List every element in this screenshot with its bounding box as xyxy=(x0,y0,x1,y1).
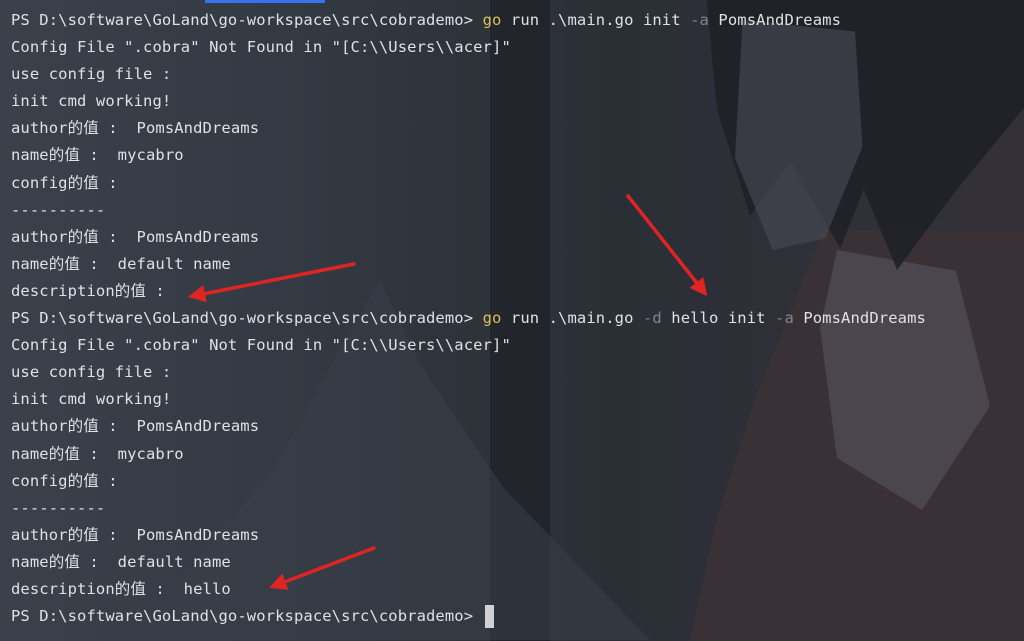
output-line: ---------- xyxy=(11,495,926,522)
output-text: description的值 : xyxy=(11,281,165,300)
output-line: name的值 : mycabro xyxy=(11,142,926,169)
output-line: config的值 : xyxy=(11,468,926,495)
output-text: name的值 : mycabro xyxy=(11,444,184,463)
output-line: author的值 : PomsAndDreams xyxy=(11,224,926,251)
text-cursor[interactable] xyxy=(484,605,494,629)
output-text: ---------- xyxy=(11,498,106,517)
output-line: Config File ".cobra" Not Found in "[C:\\… xyxy=(11,332,926,359)
output-text: author的值 : PomsAndDreams xyxy=(11,525,260,544)
output-line: description的值 : hello xyxy=(11,576,926,603)
output-line: Config File ".cobra" Not Found in "[C:\\… xyxy=(11,34,926,61)
command-args: run .\main.go init xyxy=(501,11,691,29)
output-text: config的值 : xyxy=(11,173,118,192)
command-args: hello init xyxy=(661,309,776,328)
output-line: use config file : xyxy=(11,61,926,88)
output-line: author的值 : PomsAndDreams xyxy=(11,115,926,142)
command-line: PS D:\software\GoLand\go-workspace\src\c… xyxy=(11,305,926,332)
output-line: description的值 : xyxy=(11,278,926,305)
command-args: run .\main.go xyxy=(501,309,643,328)
command-args: PomsAndDreams xyxy=(793,309,926,328)
output-text: author的值 : PomsAndDreams xyxy=(11,227,260,246)
command-flag: -a xyxy=(775,309,794,328)
command-name: go xyxy=(482,11,502,29)
output-line: name的值 : default name xyxy=(11,549,926,576)
output-text: use config file : xyxy=(11,65,172,84)
output-text: name的值 : default name xyxy=(11,552,231,571)
output-text: init cmd working! xyxy=(11,390,172,409)
output-text: config的值 : xyxy=(11,471,118,490)
terminal-output[interactable]: PS D:\software\GoLand\go-workspace\src\c… xyxy=(11,7,926,630)
output-line: config的值 : xyxy=(11,170,926,197)
output-text: name的值 : mycabro xyxy=(11,146,184,165)
output-text: init cmd working! xyxy=(11,92,172,111)
output-text: author的值 : PomsAndDreams xyxy=(11,417,260,436)
output-text: ---------- xyxy=(11,200,106,219)
output-line: name的值 : default name xyxy=(11,251,926,278)
command-flag: -a xyxy=(690,11,709,29)
command-name: go xyxy=(482,309,502,328)
shell-prompt: PS D:\software\GoLand\go-workspace\src\c… xyxy=(11,607,483,626)
command-flag: -d xyxy=(642,309,662,328)
output-text: author的值 : PomsAndDreams xyxy=(11,119,260,138)
output-line: author的值 : PomsAndDreams xyxy=(11,522,926,549)
output-text: use config file : xyxy=(11,363,172,382)
output-line: author的值 : PomsAndDreams xyxy=(11,413,926,440)
active-tab-indicator xyxy=(205,0,325,3)
output-line: init cmd working! xyxy=(11,386,926,413)
output-line: name的值 : mycabro xyxy=(11,441,926,468)
shell-prompt: PS D:\software\GoLand\go-workspace\src\c… xyxy=(11,11,483,29)
output-text: name的值 : default name xyxy=(11,254,231,273)
output-line: use config file : xyxy=(11,359,926,386)
output-text: Config File ".cobra" Not Found in "[C:\\… xyxy=(11,336,511,355)
command-line: PS D:\software\GoLand\go-workspace\src\c… xyxy=(11,7,926,34)
output-text: description的值 : hello xyxy=(11,579,231,598)
output-line: init cmd working! xyxy=(11,88,926,115)
output-text: Config File ".cobra" Not Found in "[C:\\… xyxy=(11,38,511,57)
output-line: ---------- xyxy=(11,197,926,224)
terminal-window[interactable]: PS D:\software\GoLand\go-workspace\src\c… xyxy=(0,0,1024,641)
active-prompt-line: PS D:\software\GoLand\go-workspace\src\c… xyxy=(11,603,926,630)
shell-prompt: PS D:\software\GoLand\go-workspace\src\c… xyxy=(11,309,483,328)
command-args: PomsAndDreams xyxy=(708,11,842,29)
